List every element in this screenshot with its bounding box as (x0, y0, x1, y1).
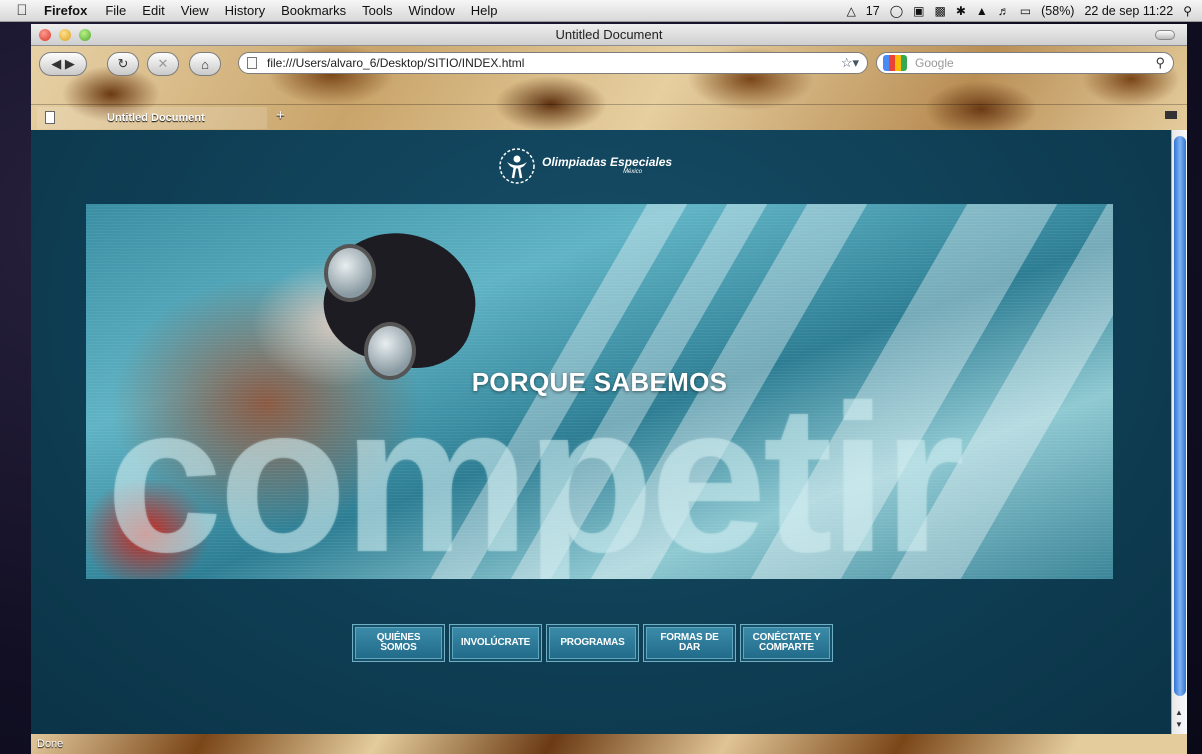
display-icon[interactable]: ▩ (934, 4, 945, 18)
spotlight-search-icon[interactable]: ⚲ (1183, 4, 1192, 18)
nav-formas-de-dar[interactable]: FORMAS DE DAR (643, 624, 736, 662)
mac-menubar:  Firefox File Edit View History Bookmar… (0, 0, 1202, 22)
swimmer-goggle (324, 244, 376, 302)
new-tab-button[interactable]: + (276, 107, 285, 124)
search-bar[interactable]: Google ⚲ (876, 52, 1174, 74)
menu-bookmarks[interactable]: Bookmarks (281, 3, 346, 18)
list-all-tabs-icon[interactable] (1165, 111, 1177, 119)
battery-percent: (58%) (1041, 3, 1075, 18)
logo-subtitle: México (623, 169, 643, 176)
toolbar-toggle-button[interactable] (1155, 30, 1175, 40)
tab-strip: Untitled Document + (31, 104, 1187, 129)
navigation-toolbar: ◀ ▶ ↻ ✕ ⌂ file:///Users/alvaro_6/Desktop… (31, 51, 1187, 79)
page-icon (45, 111, 55, 124)
clock[interactable]: 22 de sep 11:22 (1084, 4, 1173, 18)
forward-icon[interactable]: ▶ (65, 56, 75, 72)
scroll-up-icon[interactable]: ▲ (1175, 708, 1183, 717)
minimize-window-button[interactable] (59, 29, 71, 41)
menubar-status-area: △ 17 ◯ ▣ ▩ ✱ ▲ ♬ ▭ (58%) 22 de sep 11:22… (847, 4, 1202, 18)
window-titlebar: Untitled Document (31, 24, 1187, 46)
wifi-icon[interactable]: ▲ (976, 4, 988, 18)
window-title: Untitled Document (555, 27, 663, 42)
stop-button[interactable]: ✕ (147, 52, 179, 76)
google-engine-icon[interactable] (883, 55, 907, 71)
vertical-scrollbar[interactable]: ▲ ▼ (1171, 130, 1187, 734)
url-text[interactable]: file:///Users/alvaro_6/Desktop/SITIO/IND… (267, 56, 524, 70)
menu-window[interactable]: Window (409, 3, 455, 18)
close-window-button[interactable] (39, 29, 51, 41)
stop-icon: ✕ (157, 56, 169, 71)
menu-help[interactable]: Help (471, 3, 498, 18)
nav-programas[interactable]: PROGRAMAS (546, 624, 639, 662)
adobe-icon[interactable]: △ (847, 4, 856, 18)
menu-tools[interactable]: Tools (362, 3, 392, 18)
home-icon: ⌂ (201, 56, 209, 72)
hero-banner: PORQUE SABEMOS competir (86, 204, 1113, 579)
battery-icon[interactable]: ▭ (1020, 4, 1031, 18)
hero-headline: competir (106, 361, 965, 580)
reload-button[interactable]: ↻ (107, 52, 139, 76)
status-bar: Done (31, 734, 1187, 754)
tab-label: Untitled Document (107, 112, 205, 124)
tab-untitled-document[interactable]: Untitled Document (37, 107, 267, 129)
back-forward-button[interactable]: ◀ ▶ (39, 52, 87, 76)
main-navigation: QUIÉNES SOMOS INVOLÚCRATE PROGRAMAS FORM… (352, 624, 833, 662)
app-tray-icon[interactable]: ▣ (913, 4, 924, 18)
reload-icon: ↻ (117, 56, 129, 71)
menu-view[interactable]: View (181, 3, 209, 18)
page-identity-icon[interactable] (247, 57, 257, 69)
url-bar[interactable]: file:///Users/alvaro_6/Desktop/SITIO/IND… (238, 52, 868, 74)
chat-icon[interactable]: ◯ (890, 4, 903, 18)
search-icon[interactable]: ⚲ (1155, 53, 1165, 73)
special-olympics-logo-icon (499, 148, 535, 184)
scroll-down-icon[interactable]: ▼ (1175, 720, 1183, 729)
site-logo[interactable]: Olimpiadas Especiales México (498, 147, 672, 185)
browser-window: Untitled Document ◀ ▶ ↻ ✕ ⌂ file:///User… (31, 24, 1187, 754)
menu-edit[interactable]: Edit (142, 3, 164, 18)
apple-menu-icon[interactable]:  (8, 2, 36, 19)
browser-chrome: Untitled Document ◀ ▶ ↻ ✕ ⌂ file:///User… (31, 24, 1187, 130)
bluetooth-icon[interactable]: ✱ (956, 4, 966, 18)
menu-file[interactable]: File (105, 3, 126, 18)
home-button[interactable]: ⌂ (189, 52, 221, 76)
nav-conectate-y-comparte[interactable]: CONÉCTATE Y COMPARTE (740, 624, 833, 662)
back-icon[interactable]: ◀ (51, 56, 61, 72)
search-placeholder[interactable]: Google (915, 56, 954, 70)
app-menu-firefox[interactable]: Firefox (44, 3, 87, 18)
bookmark-star-icon[interactable]: ☆▾ (841, 53, 859, 73)
nav-quienes-somos[interactable]: QUIÉNES SOMOS (352, 624, 445, 662)
scrollbar-thumb[interactable] (1174, 136, 1186, 696)
volume-icon[interactable]: ♬ (998, 4, 1010, 18)
menu-history[interactable]: History (225, 3, 265, 18)
logo-title: Olimpiadas Especiales (542, 155, 673, 170)
zoom-window-button[interactable] (79, 29, 91, 41)
status-text: Done (37, 738, 64, 750)
nav-involucrate[interactable]: INVOLÚCRATE (449, 624, 542, 662)
page-content: Olimpiadas Especiales México PORQUE SABE… (31, 130, 1171, 734)
status-count: 17 (865, 3, 880, 18)
logo-text: Olimpiadas Especiales México (542, 156, 672, 176)
